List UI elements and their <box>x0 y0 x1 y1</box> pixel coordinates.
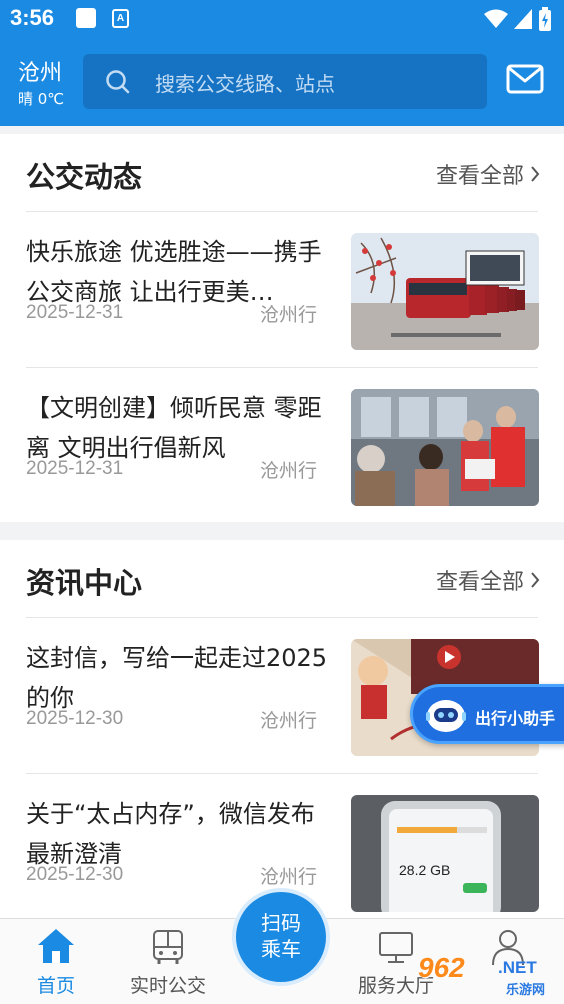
bus-news-section: 公交动态 查看全部 快乐旅途 优选胜途——携手公交商旅 让出行更美… 2025-… <box>0 134 564 522</box>
monitor-icon <box>379 932 413 963</box>
news-item-date: 2025-12-31 <box>26 302 124 323</box>
search-icon <box>106 70 130 94</box>
wifi-icon <box>484 9 508 28</box>
robot-icon <box>426 700 466 732</box>
signal-icon <box>514 9 532 29</box>
news-item-date: 2025-12-31 <box>26 458 124 479</box>
news-item[interactable]: 【文明创建】倾听民意 零距离 文明出行倡新风 2025-12-31 沧州行 <box>0 368 564 524</box>
watermark-number: 962 <box>418 952 465 983</box>
site-watermark: 962 .NET 乐游网 <box>418 952 560 1000</box>
notification-square-icon <box>76 8 96 28</box>
watermark-domain: .NET <box>498 958 537 977</box>
travel-assistant-button[interactable]: 出行小助手 <box>410 684 564 744</box>
tab-realtime-bus-label: 实时公交 <box>129 975 206 997</box>
news-thumbnail-phone: 28.2 GB <box>351 795 539 912</box>
search-placeholder: 搜索公交线路、站点 <box>155 72 335 96</box>
scan-label-line1: 扫码 <box>261 911 301 935</box>
news-item-date: 2025-12-30 <box>26 864 124 885</box>
status-icons <box>484 7 552 31</box>
news-item[interactable]: 快乐旅途 优选胜途——携手公交商旅 让出行更美… 2025-12-31 沧州行 <box>0 212 564 368</box>
news-item-source: 沧州行 <box>260 710 318 732</box>
phone-storage-text: 28.2 GB <box>399 862 450 878</box>
bus-news-more-label: 查看全部 <box>435 164 524 189</box>
news-item-date: 2025-12-30 <box>26 708 124 729</box>
assistant-label: 出行小助手 <box>475 709 556 728</box>
bus-icon <box>153 930 183 964</box>
tab-realtime-bus[interactable]: 实时公交 <box>112 919 224 1004</box>
status-bar: 3:56 A <box>0 0 564 40</box>
status-time: 3:56 <box>10 5 55 30</box>
scan-to-ride-button[interactable]: 扫码 乘车 <box>232 888 330 986</box>
battery-icon <box>539 7 551 31</box>
mail-icon[interactable] <box>506 64 544 94</box>
home-icon <box>38 929 74 963</box>
scan-label-line2: 乘车 <box>261 937 301 961</box>
app-header: 沧州 晴 0℃ 搜索公交线路、站点 <box>0 40 564 126</box>
tab-home-label: 首页 <box>36 975 75 997</box>
news-thumbnail-bus-interior <box>351 389 539 506</box>
search-bar[interactable]: 搜索公交线路、站点 <box>83 54 487 109</box>
bus-news-title: 公交动态 <box>26 160 143 194</box>
info-center-more-label: 查看全部 <box>435 570 524 595</box>
chevron-right-icon <box>531 166 540 182</box>
news-item-source: 沧州行 <box>260 304 318 326</box>
weather-text: 晴 0℃ <box>18 90 65 108</box>
city-selector[interactable]: 沧州 <box>18 55 62 87</box>
watermark-site-name: 乐游网 <box>506 983 546 998</box>
info-center-title: 资讯中心 <box>26 566 143 600</box>
info-center-more-link[interactable]: 查看全部 <box>436 564 540 596</box>
chevron-right-icon <box>531 572 540 588</box>
notification-app-icon: A <box>112 9 129 28</box>
news-item-source: 沧州行 <box>260 460 318 482</box>
bus-news-more-link[interactable]: 查看全部 <box>436 158 540 190</box>
news-thumbnail-buses <box>351 233 539 350</box>
tab-home[interactable]: 首页 <box>0 919 112 1004</box>
news-item-source: 沧州行 <box>260 866 318 888</box>
